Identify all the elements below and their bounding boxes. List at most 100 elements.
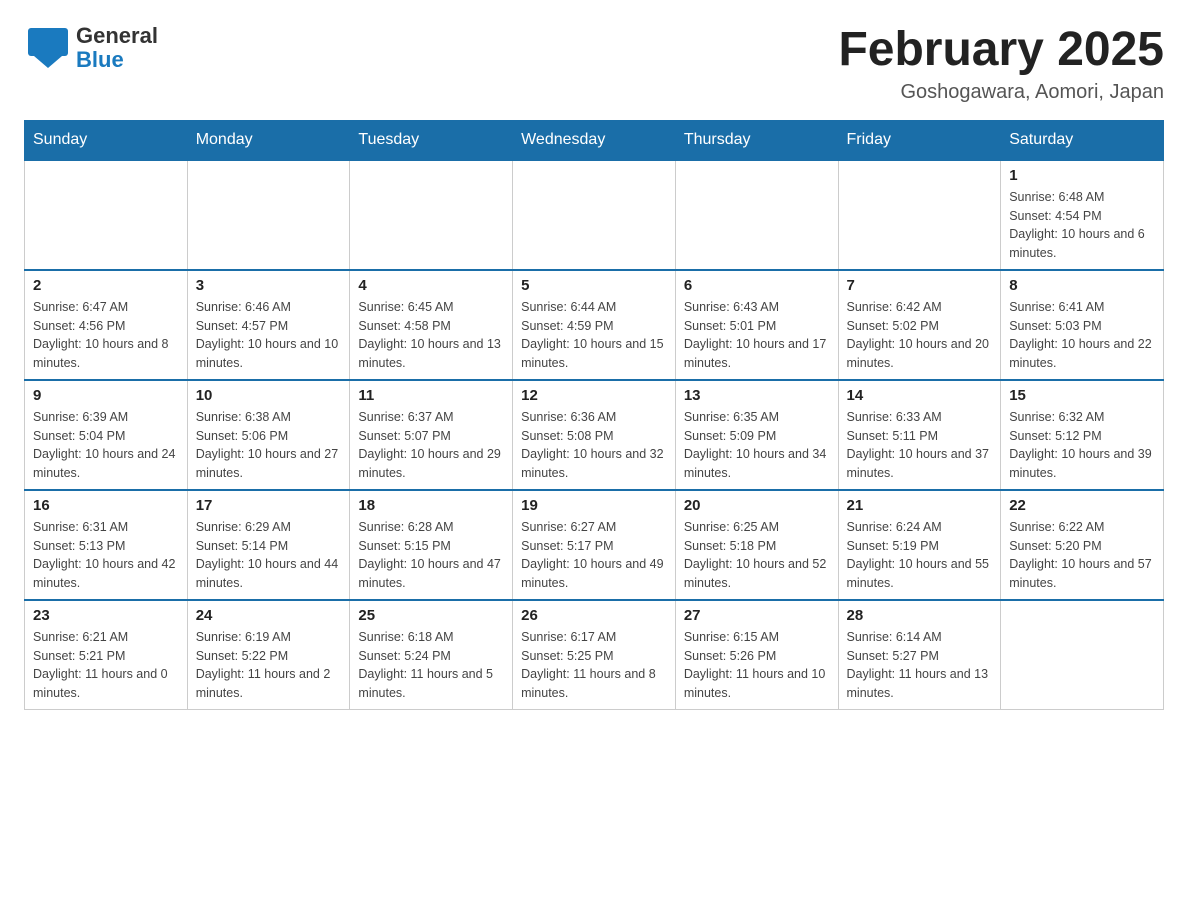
day-info: Sunrise: 6:39 AMSunset: 5:04 PMDaylight:… <box>33 408 179 483</box>
weekday-header-monday: Monday <box>187 120 350 160</box>
day-number: 12 <box>521 387 667 404</box>
day-cell <box>350 160 513 270</box>
day-number: 8 <box>1009 277 1155 294</box>
day-cell: 19 Sunrise: 6:27 AMSunset: 5:17 PMDayligh… <box>513 490 676 600</box>
page-header: General Blue February 2025 Goshogawara, … <box>24 24 1164 104</box>
day-cell: 17 Sunrise: 6:29 AMSunset: 5:14 PMDayligh… <box>187 490 350 600</box>
day-cell <box>1001 600 1164 710</box>
day-number: 21 <box>847 497 993 514</box>
day-info: Sunrise: 6:43 AMSunset: 5:01 PMDaylight:… <box>684 298 830 373</box>
week-row-1: 1 Sunrise: 6:48 AMSunset: 4:54 PMDaylight… <box>25 160 1164 270</box>
day-info: Sunrise: 6:15 AMSunset: 5:26 PMDaylight:… <box>684 628 830 703</box>
day-cell <box>513 160 676 270</box>
day-info: Sunrise: 6:25 AMSunset: 5:18 PMDaylight:… <box>684 518 830 593</box>
day-cell: 5Sunrise: 6:44 AMSunset: 4:59 PMDaylight… <box>513 270 676 380</box>
day-cell: 7 Sunrise: 6:42 AMSunset: 5:02 PMDaylight… <box>838 270 1001 380</box>
day-cell: 25 Sunrise: 6:18 AMSunset: 5:24 PMDayligh… <box>350 600 513 710</box>
day-number: 18 <box>358 497 504 514</box>
day-cell: 13Sunrise: 6:35 AMSunset: 5:09 PMDayligh… <box>675 380 838 490</box>
day-info: Sunrise: 6:24 AMSunset: 5:19 PMDaylight:… <box>847 518 993 593</box>
day-info: Sunrise: 6:21 AMSunset: 5:21 PMDaylight:… <box>33 628 179 703</box>
day-number: 6 <box>684 277 830 294</box>
day-number: 20 <box>684 497 830 514</box>
weekday-header-wednesday: Wednesday <box>513 120 676 160</box>
day-info: Sunrise: 6:42 AMSunset: 5:02 PMDaylight:… <box>847 298 993 373</box>
week-row-4: 16 Sunrise: 6:31 AMSunset: 5:13 PMDayligh… <box>25 490 1164 600</box>
day-cell: 9Sunrise: 6:39 AMSunset: 5:04 PMDaylight… <box>25 380 188 490</box>
day-number: 25 <box>358 607 504 624</box>
week-row-3: 9Sunrise: 6:39 AMSunset: 5:04 PMDaylight… <box>25 380 1164 490</box>
day-info: Sunrise: 6:47 AMSunset: 4:56 PMDaylight:… <box>33 298 179 373</box>
day-cell: 18 Sunrise: 6:28 AMSunset: 5:15 PMDayligh… <box>350 490 513 600</box>
day-info: Sunrise: 6:33 AMSunset: 5:11 PMDaylight:… <box>847 408 993 483</box>
day-number: 23 <box>33 607 179 624</box>
day-cell: 10Sunrise: 6:38 AMSunset: 5:06 PMDayligh… <box>187 380 350 490</box>
day-info: Sunrise: 6:14 AMSunset: 5:27 PMDaylight:… <box>847 628 993 703</box>
day-number: 27 <box>684 607 830 624</box>
day-info: Sunrise: 6:41 AMSunset: 5:03 PMDaylight:… <box>1009 298 1155 373</box>
weekday-header-saturday: Saturday <box>1001 120 1164 160</box>
day-number: 24 <box>196 607 342 624</box>
day-cell <box>675 160 838 270</box>
day-number: 10 <box>196 387 342 404</box>
day-info: Sunrise: 6:37 AMSunset: 5:07 PMDaylight:… <box>358 408 504 483</box>
day-cell: 22Sunrise: 6:22 AMSunset: 5:20 PMDayligh… <box>1001 490 1164 600</box>
week-row-5: 23 Sunrise: 6:21 AMSunset: 5:21 PMDayligh… <box>25 600 1164 710</box>
day-info: Sunrise: 6:48 AMSunset: 4:54 PMDaylight:… <box>1009 188 1155 263</box>
weekday-header-friday: Friday <box>838 120 1001 160</box>
day-info: Sunrise: 6:46 AMSunset: 4:57 PMDaylight:… <box>196 298 342 373</box>
day-cell: 23 Sunrise: 6:21 AMSunset: 5:21 PMDayligh… <box>25 600 188 710</box>
day-cell: 4 Sunrise: 6:45 AMSunset: 4:58 PMDaylight… <box>350 270 513 380</box>
day-cell <box>838 160 1001 270</box>
logo: General Blue <box>24 24 158 72</box>
day-info: Sunrise: 6:44 AMSunset: 4:59 PMDaylight:… <box>521 298 667 373</box>
logo-blue-text: Blue <box>76 48 158 72</box>
day-cell <box>25 160 188 270</box>
day-number: 2 <box>33 277 179 294</box>
day-info: Sunrise: 6:29 AMSunset: 5:14 PMDaylight:… <box>196 518 342 593</box>
day-cell: 20 Sunrise: 6:25 AMSunset: 5:18 PMDayligh… <box>675 490 838 600</box>
day-number: 14 <box>847 387 993 404</box>
day-cell <box>187 160 350 270</box>
day-number: 4 <box>358 277 504 294</box>
day-cell: 26 Sunrise: 6:17 AMSunset: 5:25 PMDayligh… <box>513 600 676 710</box>
day-info: Sunrise: 6:17 AMSunset: 5:25 PMDaylight:… <box>521 628 667 703</box>
day-info: Sunrise: 6:27 AMSunset: 5:17 PMDaylight:… <box>521 518 667 593</box>
day-cell: 1 Sunrise: 6:48 AMSunset: 4:54 PMDaylight… <box>1001 160 1164 270</box>
location: Goshogawara, Aomori, Japan <box>838 81 1164 104</box>
day-number: 7 <box>847 277 993 294</box>
day-number: 26 <box>521 607 667 624</box>
day-cell: 2 Sunrise: 6:47 AMSunset: 4:56 PMDaylight… <box>25 270 188 380</box>
weekday-header-thursday: Thursday <box>675 120 838 160</box>
day-number: 3 <box>196 277 342 294</box>
weekday-header-tuesday: Tuesday <box>350 120 513 160</box>
day-info: Sunrise: 6:31 AMSunset: 5:13 PMDaylight:… <box>33 518 179 593</box>
day-cell: 24 Sunrise: 6:19 AMSunset: 5:22 PMDayligh… <box>187 600 350 710</box>
day-info: Sunrise: 6:45 AMSunset: 4:58 PMDaylight:… <box>358 298 504 373</box>
day-number: 16 <box>33 497 179 514</box>
day-number: 11 <box>358 387 504 404</box>
day-cell: 14 Sunrise: 6:33 AMSunset: 5:11 PMDayligh… <box>838 380 1001 490</box>
day-info: Sunrise: 6:19 AMSunset: 5:22 PMDaylight:… <box>196 628 342 703</box>
day-cell: 12 Sunrise: 6:36 AMSunset: 5:08 PMDayligh… <box>513 380 676 490</box>
day-number: 1 <box>1009 167 1155 184</box>
day-info: Sunrise: 6:28 AMSunset: 5:15 PMDaylight:… <box>358 518 504 593</box>
calendar: SundayMondayTuesdayWednesdayThursdayFrid… <box>24 120 1164 711</box>
day-number: 17 <box>196 497 342 514</box>
day-cell: 8 Sunrise: 6:41 AMSunset: 5:03 PMDaylight… <box>1001 270 1164 380</box>
day-cell: 15Sunrise: 6:32 AMSunset: 5:12 PMDayligh… <box>1001 380 1164 490</box>
title-block: February 2025 Goshogawara, Aomori, Japan <box>838 24 1164 104</box>
day-number: 19 <box>521 497 667 514</box>
day-cell: 28Sunrise: 6:14 AMSunset: 5:27 PMDayligh… <box>838 600 1001 710</box>
day-cell: 3 Sunrise: 6:46 AMSunset: 4:57 PMDaylight… <box>187 270 350 380</box>
week-row-2: 2 Sunrise: 6:47 AMSunset: 4:56 PMDaylight… <box>25 270 1164 380</box>
day-info: Sunrise: 6:35 AMSunset: 5:09 PMDaylight:… <box>684 408 830 483</box>
day-info: Sunrise: 6:32 AMSunset: 5:12 PMDaylight:… <box>1009 408 1155 483</box>
logo-icon <box>24 24 72 72</box>
day-info: Sunrise: 6:18 AMSunset: 5:24 PMDaylight:… <box>358 628 504 703</box>
weekday-header-sunday: Sunday <box>25 120 188 160</box>
day-info: Sunrise: 6:36 AMSunset: 5:08 PMDaylight:… <box>521 408 667 483</box>
day-cell: 27 Sunrise: 6:15 AMSunset: 5:26 PMDayligh… <box>675 600 838 710</box>
day-number: 22 <box>1009 497 1155 514</box>
day-cell: 16 Sunrise: 6:31 AMSunset: 5:13 PMDayligh… <box>25 490 188 600</box>
